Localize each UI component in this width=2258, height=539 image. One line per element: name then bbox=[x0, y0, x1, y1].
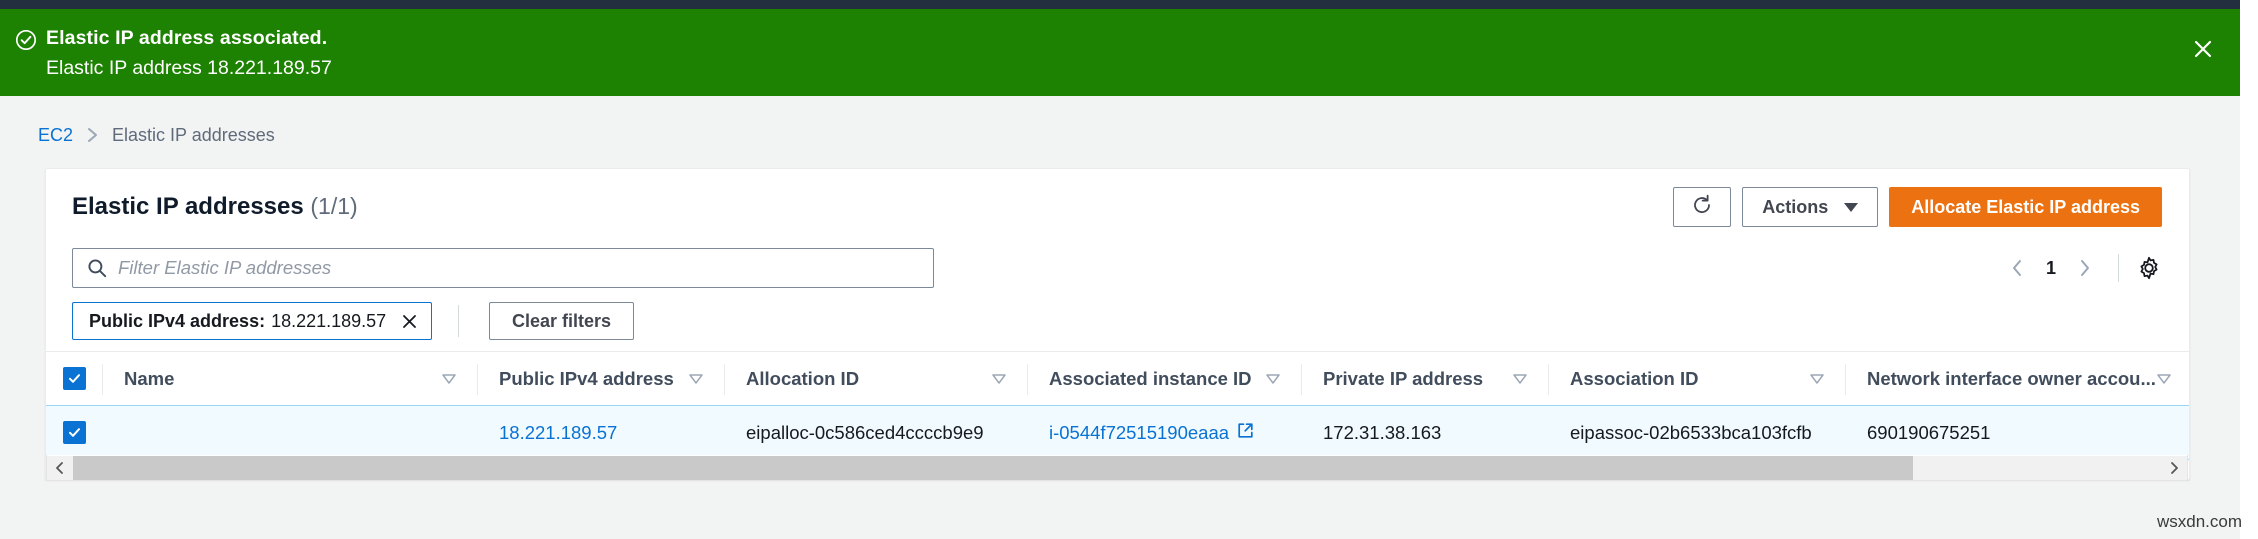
refresh-icon bbox=[1691, 194, 1713, 221]
elastic-ip-table-panel: Elastic IP addresses (1/1) Actions Alloc… bbox=[45, 168, 2190, 480]
cell-value: eipalloc-0c586ced4ccccb9e9 bbox=[746, 421, 984, 443]
pagination-divider bbox=[2118, 254, 2119, 282]
flash-subtitle: Elastic IP address 18.221.189.57 bbox=[46, 57, 332, 79]
column-label: Association ID bbox=[1570, 367, 1699, 389]
sort-descending-icon bbox=[1809, 372, 1825, 386]
cell-associated-instance-id: i-0544f72515190eaaa bbox=[1027, 406, 1301, 459]
column-label: Network interface owner accou... bbox=[1867, 367, 2156, 389]
refresh-button[interactable] bbox=[1673, 187, 1732, 227]
filter-token-remove-icon[interactable] bbox=[400, 312, 419, 331]
scroll-right-button[interactable] bbox=[2161, 455, 2187, 480]
cell-value: eipassoc-02b6533bca103fcfb bbox=[1570, 421, 1812, 443]
cell-value: 690190675251 bbox=[1867, 421, 1991, 443]
search-icon bbox=[87, 258, 107, 278]
breadcrumb-item-ec2[interactable]: EC2 bbox=[38, 125, 73, 146]
watermark: wsxdn.com bbox=[2156, 512, 2242, 531]
check-circle-icon bbox=[15, 29, 37, 51]
filter-token-key: Public IPv4 address: bbox=[89, 310, 266, 331]
scrollbar-track[interactable] bbox=[73, 455, 2161, 480]
flash-title: Elastic IP address associated. bbox=[46, 27, 328, 49]
cell-private-ip-address: 172.31.38.163 bbox=[1301, 406, 1548, 459]
column-header-allocation-id[interactable]: Allocation ID bbox=[724, 352, 1027, 405]
page-title: Elastic IP addresses (1/1) bbox=[72, 193, 358, 221]
column-label: Allocation ID bbox=[746, 367, 860, 389]
pagination-page-1[interactable]: 1 bbox=[2036, 258, 2066, 279]
column-label: Associated instance ID bbox=[1049, 367, 1252, 389]
column-header-association-id[interactable]: Association ID bbox=[1548, 352, 1845, 405]
horizontal-scrollbar[interactable] bbox=[46, 455, 2188, 481]
filter-divider bbox=[458, 305, 459, 337]
column-header-public-ipv4-address[interactable]: Public IPv4 address bbox=[477, 352, 724, 405]
column-label: Name bbox=[124, 367, 175, 389]
select-all-cell bbox=[46, 367, 102, 390]
column-header-associated-instance-id[interactable]: Associated instance ID bbox=[1027, 352, 1301, 405]
cell-allocation-id: eipalloc-0c586ced4ccccb9e9 bbox=[724, 406, 1027, 459]
gear-icon[interactable] bbox=[2133, 252, 2165, 284]
sort-descending-icon bbox=[991, 372, 1007, 386]
table-row[interactable]: 18.221.189.57 eipalloc-0c586ced4ccccb9e9… bbox=[46, 405, 2189, 460]
top-navigation-strip bbox=[0, 0, 2240, 9]
filter-row: 1 bbox=[46, 243, 2189, 295]
page-title-count: (1/1) bbox=[310, 193, 358, 219]
chevron-right-icon bbox=[86, 126, 99, 144]
sort-descending-icon bbox=[441, 372, 457, 386]
sort-descending-icon bbox=[1512, 372, 1528, 386]
column-header-private-ip-address[interactable]: Private IP address bbox=[1301, 352, 1548, 405]
panel-header-actions: Actions Allocate Elastic IP address bbox=[1673, 187, 2162, 227]
column-label: Private IP address bbox=[1323, 367, 1484, 389]
clear-filters-button[interactable]: Clear filters bbox=[489, 302, 635, 340]
public-ipv4-link[interactable]: 18.221.189.57 bbox=[477, 422, 617, 444]
cell-association-id: eipassoc-02b6533bca103fcfb bbox=[1548, 406, 1845, 459]
filter-token-value: 18.221.189.57 bbox=[271, 310, 387, 331]
sort-descending-icon bbox=[1265, 372, 1281, 386]
cell-name bbox=[102, 406, 477, 459]
row-select-checkbox[interactable] bbox=[62, 421, 86, 444]
cell-network-interface-owner-account: 690190675251 bbox=[1845, 406, 2145, 459]
pagination: 1 bbox=[1998, 249, 2165, 287]
associated-instance-link[interactable]: i-0544f72515190eaaa bbox=[1027, 422, 1254, 444]
table-header-row: Name Public IPv4 address Allocation ID A… bbox=[46, 351, 2189, 406]
cell-public-ipv4-address: 18.221.189.57 bbox=[477, 406, 724, 459]
allocate-elastic-ip-button[interactable]: Allocate Elastic IP address bbox=[1889, 187, 2162, 227]
page-title-text: Elastic IP addresses bbox=[72, 193, 304, 220]
success-flash-banner: Elastic IP address associated. Elastic I… bbox=[0, 9, 2240, 96]
cell-value: i-0544f72515190eaaa bbox=[1049, 421, 1230, 443]
actions-dropdown-button[interactable]: Actions bbox=[1742, 187, 1879, 227]
panel-header: Elastic IP addresses (1/1) Actions Alloc… bbox=[46, 169, 2189, 243]
filter-token-public-ipv4[interactable]: Public IPv4 address: 18.221.189.57 bbox=[72, 302, 433, 340]
search-input[interactable] bbox=[118, 257, 898, 279]
scroll-left-button[interactable] bbox=[47, 455, 73, 480]
column-header-network-interface-owner-account[interactable]: Network interface owner accou... bbox=[1845, 352, 2189, 405]
column-header-name[interactable]: Name bbox=[102, 352, 477, 405]
actions-label: Actions bbox=[1762, 196, 1829, 217]
close-icon[interactable] bbox=[2188, 34, 2218, 64]
cell-value: 172.31.38.163 bbox=[1323, 421, 1442, 443]
chevron-down-icon bbox=[1844, 202, 1859, 212]
search-box[interactable] bbox=[72, 248, 934, 288]
sort-descending-icon bbox=[688, 372, 704, 386]
pagination-prev-button[interactable] bbox=[1998, 249, 2036, 287]
column-label: Public IPv4 address bbox=[499, 367, 674, 389]
breadcrumb: EC2 Elastic IP addresses bbox=[38, 123, 275, 147]
active-filters-row: Public IPv4 address: 18.221.189.57 Clear… bbox=[46, 295, 2189, 351]
breadcrumb-item-current: Elastic IP addresses bbox=[112, 124, 275, 145]
pagination-next-button[interactable] bbox=[2066, 249, 2104, 287]
row-select-cell bbox=[46, 421, 102, 444]
sort-descending-icon bbox=[2156, 372, 2172, 386]
ec2-elastic-ip-page: Elastic IP address associated. Elastic I… bbox=[0, 0, 2258, 539]
scrollbar-thumb[interactable] bbox=[73, 455, 1913, 480]
external-link-icon bbox=[1237, 422, 1254, 444]
select-all-checkbox[interactable] bbox=[62, 367, 86, 390]
